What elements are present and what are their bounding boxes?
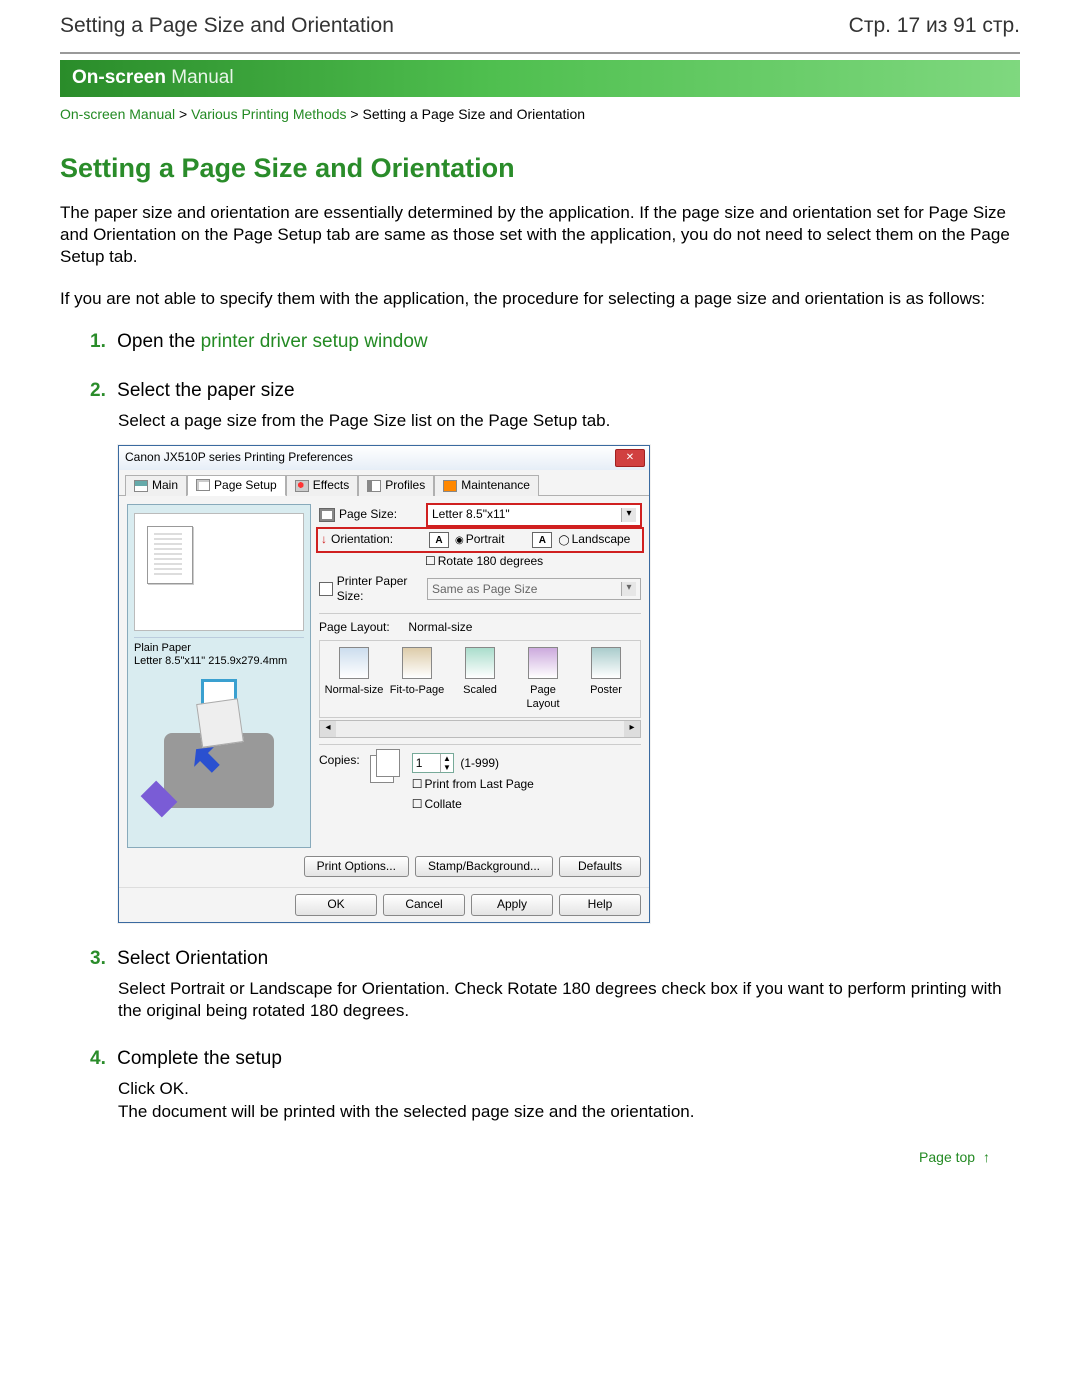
- layout-fit[interactable]: Fit-to-Page: [387, 647, 447, 712]
- tab-icon: [196, 479, 210, 491]
- step-3-body: Select Portrait or Landscape for Orienta…: [90, 978, 1020, 1024]
- tab-profiles[interactable]: Profiles: [358, 475, 434, 497]
- portrait-icon: A: [429, 532, 449, 548]
- landscape-icon: A: [532, 532, 552, 548]
- print-options-button[interactable]: Print Options...: [304, 856, 409, 878]
- tab-page-setup[interactable]: Page Setup: [187, 475, 286, 497]
- print-from-last-checkbox[interactable]: Print from Last Page: [412, 777, 534, 793]
- chevron-down-icon: ▾: [621, 582, 636, 596]
- printer-paper-label: Printer Paper Size:: [337, 574, 421, 605]
- printer-paper-dropdown[interactable]: Same as Page Size▾: [427, 578, 641, 600]
- banner-thin: Manual: [166, 67, 234, 88]
- step-4-head: Complete the setup: [117, 1048, 282, 1069]
- copies-icon: [368, 753, 404, 783]
- printer-driver-setup-link[interactable]: printer driver setup window: [201, 331, 428, 352]
- breadcrumb-current: Setting a Page Size and Orientation: [362, 106, 585, 122]
- layout-normal[interactable]: Normal-size: [324, 647, 384, 712]
- page-top-link[interactable]: Page top: [919, 1149, 975, 1165]
- tab-icon: [443, 480, 457, 492]
- copies-label: Copies:: [319, 753, 360, 769]
- step-3-head: Select Orientation: [117, 948, 268, 969]
- step-4-num: 4.: [90, 1048, 106, 1069]
- breadcrumb-link-2[interactable]: Various Printing Methods: [191, 106, 346, 122]
- preview-pane: [134, 513, 304, 631]
- step-4-body1: Click OK.: [118, 1078, 1020, 1101]
- stamp-button[interactable]: Stamp/Background...: [415, 856, 553, 878]
- page-header-right: Стр. 17 из 91 стр.: [849, 14, 1020, 38]
- tab-main[interactable]: Main: [125, 475, 187, 497]
- rotate-180-checkbox[interactable]: Rotate 180 degrees: [425, 554, 543, 570]
- ok-button[interactable]: OK: [295, 894, 377, 916]
- layout-poster[interactable]: Poster: [576, 647, 636, 712]
- tray-illustration: [134, 679, 304, 839]
- tab-effects[interactable]: Effects: [286, 475, 358, 497]
- collate-checkbox[interactable]: Collate: [412, 797, 534, 813]
- portrait-radio[interactable]: Portrait: [455, 532, 504, 548]
- page-layout-lead: Page Layout:: [319, 620, 390, 636]
- tab-icon: [367, 480, 381, 492]
- page-header-left: Setting a Page Size and Orientation: [60, 14, 394, 38]
- preview-size: Letter 8.5"x11" 215.9x279.4mm: [134, 655, 304, 668]
- page-size-dropdown[interactable]: Letter 8.5"x11"▾: [427, 504, 641, 526]
- close-icon[interactable]: ✕: [615, 449, 645, 467]
- page-preview-icon: [147, 526, 193, 584]
- defaults-button[interactable]: Defaults: [559, 856, 641, 878]
- step-1-pre: Open the: [117, 331, 200, 352]
- step-2-body: Select a page size from the Page Size li…: [90, 410, 1020, 433]
- landscape-radio[interactable]: Landscape: [558, 532, 630, 548]
- layout-scrollbar[interactable]: ◂▸: [319, 720, 641, 738]
- preferences-dialog: Canon JX510P series Printing Preferences…: [118, 445, 650, 923]
- cancel-button[interactable]: Cancel: [383, 894, 465, 916]
- apply-button[interactable]: Apply: [471, 894, 553, 916]
- dialog-title: Canon JX510P series Printing Preferences: [125, 450, 353, 466]
- breadcrumb-link-1[interactable]: On-screen Manual: [60, 106, 175, 122]
- step-2-head: Select the paper size: [117, 380, 294, 401]
- step-3-num: 3.: [90, 948, 106, 969]
- orientation-label: Orientation:: [331, 532, 393, 548]
- intro-para-2: If you are not able to specify them with…: [60, 288, 1020, 310]
- up-arrow-icon: ↑: [983, 1148, 990, 1166]
- page-icon: [319, 508, 335, 522]
- copies-spinner[interactable]: 1▲▼: [412, 753, 454, 773]
- step-1-num: 1.: [90, 331, 106, 352]
- breadcrumb: On-screen Manual > Various Printing Meth…: [60, 103, 1020, 131]
- layout-options: Normal-size Fit-to-Page Scaled Page Layo…: [319, 640, 641, 719]
- intro-para-1: The paper size and orientation are essen…: [60, 202, 1020, 268]
- step-2-num: 2.: [90, 380, 106, 401]
- manual-banner: On-screen Manual: [60, 60, 1020, 97]
- copies-range: (1-999): [460, 756, 499, 770]
- preview-media: Plain Paper: [134, 642, 304, 655]
- page-size-label: Page Size:: [339, 507, 397, 523]
- page-title: Setting a Page Size and Orientation: [60, 151, 1020, 186]
- layout-scaled[interactable]: Scaled: [450, 647, 510, 712]
- help-button[interactable]: Help: [559, 894, 641, 916]
- tab-icon: [134, 480, 148, 492]
- page-layout-value: Normal-size: [408, 620, 472, 636]
- banner-bold: On-screen: [72, 67, 166, 88]
- printer-icon: [319, 582, 333, 596]
- layout-page[interactable]: Page Layout: [513, 647, 573, 712]
- step-4-body2: The document will be printed with the se…: [118, 1101, 1020, 1124]
- tab-icon: [295, 480, 309, 492]
- chevron-down-icon: ▾: [621, 508, 636, 522]
- tab-maintenance[interactable]: Maintenance: [434, 475, 539, 497]
